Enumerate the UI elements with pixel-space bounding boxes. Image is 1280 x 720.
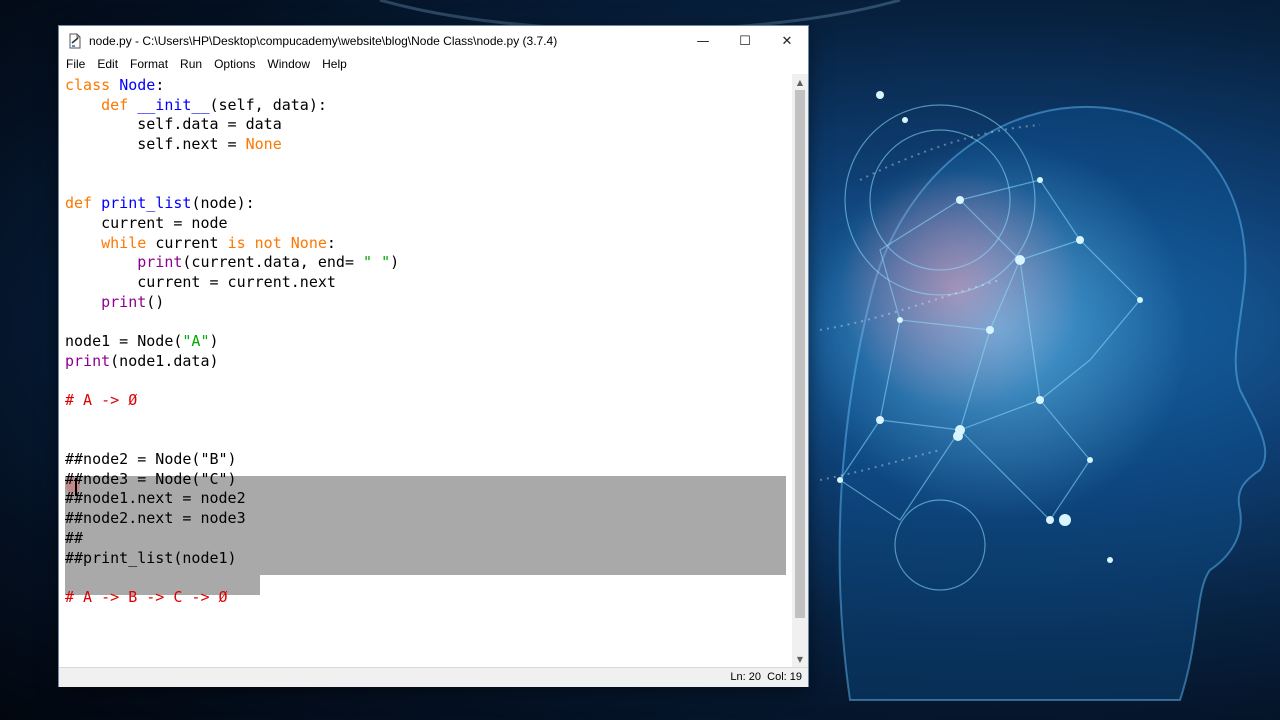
code-token: ##node1.next = node2 xyxy=(65,489,246,508)
code-token: Node xyxy=(119,76,156,94)
code-line: ​ xyxy=(65,568,399,588)
code-line: # A -> B -> C -> Ø xyxy=(65,588,399,608)
code-token: node1 = Node( xyxy=(65,331,183,350)
code-line: ##node2 = Node("B") xyxy=(65,450,399,470)
code-token: : xyxy=(155,76,165,94)
code-line: # A -> Ø xyxy=(65,391,399,411)
code-line: ##node2.next = node3 xyxy=(65,509,399,529)
code-line: class Node: xyxy=(65,76,399,96)
code-token: ) xyxy=(209,331,219,350)
menu-options[interactable]: Options xyxy=(208,54,261,74)
code-token: (self, data): xyxy=(209,95,327,114)
code-token: # A -> Ø xyxy=(65,391,138,409)
menu-window[interactable]: Window xyxy=(261,54,316,74)
code-line: node1 = Node("A") xyxy=(65,332,399,352)
code-line: self.next = None xyxy=(65,135,399,155)
code-token: print_list xyxy=(101,194,192,213)
status-line: Ln: 20 xyxy=(730,671,761,683)
menu-format[interactable]: Format xyxy=(124,54,174,74)
scroll-thumb[interactable] xyxy=(795,90,805,618)
code-token: current xyxy=(155,233,228,252)
menu-help[interactable]: Help xyxy=(316,54,353,74)
status-column: Col: 19 xyxy=(767,671,802,683)
code-token: ##node2 = Node("B") xyxy=(65,450,237,469)
code-line: print(current.data, end= " ") xyxy=(65,253,399,273)
code-token: self.data = data xyxy=(65,115,282,134)
window-title: node.py - C:\Users\HP\Desktop\compucadem… xyxy=(89,34,558,48)
code-token: print xyxy=(101,292,147,311)
code-line: ##node1.next = node2 xyxy=(65,489,399,509)
code-editor[interactable]: class Node: def __init__(self, data): se… xyxy=(59,74,792,667)
code-token: __init__ xyxy=(137,95,210,114)
code-token: None xyxy=(245,135,282,154)
code-token: (node1.data) xyxy=(110,351,219,370)
code-token: while xyxy=(101,233,156,252)
code-line: ​ xyxy=(65,411,399,431)
code-line: ​ xyxy=(65,155,399,175)
menu-file[interactable]: File xyxy=(59,54,91,74)
code-token: is not None xyxy=(227,233,327,252)
code-line: print(node1.data) xyxy=(65,352,399,372)
text-caret xyxy=(75,478,77,495)
code-line: ##print_list(node1) xyxy=(65,549,399,569)
menu-edit[interactable]: Edit xyxy=(91,54,124,74)
code-line: ##node3 = Node("C") xyxy=(65,470,399,490)
code-token: def xyxy=(101,95,138,114)
code-line: ​ xyxy=(65,430,399,450)
code-token: self.next = xyxy=(65,135,246,154)
code-token: ##node2.next = node3 xyxy=(65,509,246,528)
scroll-down-arrow-icon[interactable]: ▼ xyxy=(792,651,808,667)
code-token: def xyxy=(65,194,102,213)
code-token: "A" xyxy=(182,331,210,350)
code-token: ##print_list(node1) xyxy=(65,548,237,567)
code-line: ​ xyxy=(65,371,399,391)
code-token: print xyxy=(137,253,183,272)
code-token: ## xyxy=(65,528,84,547)
code-line: current = current.next xyxy=(65,273,399,293)
code-token: current = current.next xyxy=(65,272,336,291)
code-token: : xyxy=(326,233,336,252)
code-line: self.data = data xyxy=(65,115,399,135)
code-token: (node): xyxy=(191,194,255,213)
python-file-icon xyxy=(67,33,83,49)
code-token: ##node3 = Node("C") xyxy=(65,469,237,488)
code-token: " " xyxy=(363,253,391,272)
code-line: print() xyxy=(65,293,399,313)
code-line: ​ xyxy=(65,174,399,194)
title-bar[interactable]: node.py - C:\Users\HP\Desktop\compucadem… xyxy=(59,26,808,56)
scroll-up-arrow-icon[interactable]: ▲ xyxy=(792,74,808,90)
status-bar: Ln: 20 Col: 19 xyxy=(59,667,808,687)
code-line: def __init__(self, data): xyxy=(65,96,399,116)
code-token: # A -> B -> C -> Ø xyxy=(65,587,228,606)
code-text[interactable]: class Node: def __init__(self, data): se… xyxy=(65,76,399,608)
code-token: () xyxy=(146,292,165,311)
menu-run[interactable]: Run xyxy=(174,54,208,74)
code-line: def print_list(node): xyxy=(65,194,399,214)
window-controls: — ☐ ✕ xyxy=(682,26,808,56)
code-line: current = node xyxy=(65,214,399,234)
idle-editor-window: node.py - C:\Users\HP\Desktop\compucadem… xyxy=(59,26,808,687)
code-token: class xyxy=(65,76,120,94)
code-token: (current.data, end= xyxy=(182,253,364,272)
vertical-scrollbar[interactable]: ▲ ▼ xyxy=(792,74,808,667)
menu-bar: File Edit Format Run Options Window Help xyxy=(59,54,808,74)
code-token: current = node xyxy=(65,213,228,232)
code-line: while current is not None: xyxy=(65,234,399,254)
code-line: ## xyxy=(65,529,399,549)
minimize-button[interactable]: — xyxy=(682,26,724,56)
code-token: ) xyxy=(390,253,400,272)
maximize-button[interactable]: ☐ xyxy=(724,26,766,56)
code-line: ​ xyxy=(65,312,399,332)
code-token: print xyxy=(65,351,111,370)
close-button[interactable]: ✕ xyxy=(766,26,808,56)
